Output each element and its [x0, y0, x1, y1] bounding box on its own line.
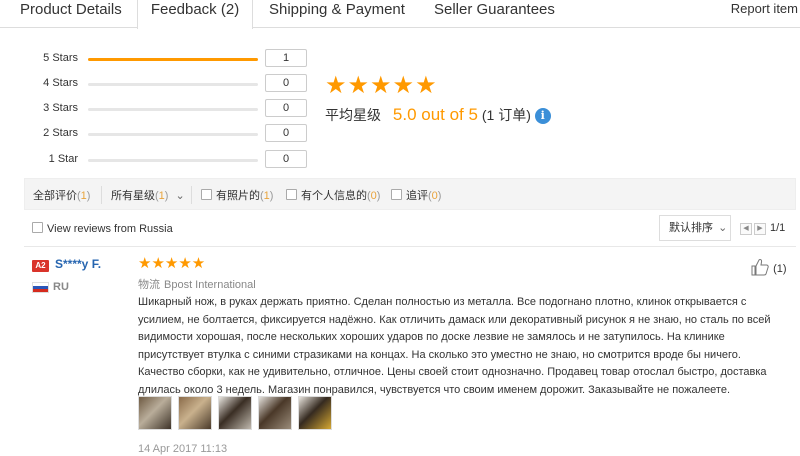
filter-photos-label: 有照片的	[216, 190, 260, 202]
average-rating-score: 5.0 out of 5	[392, 105, 478, 124]
tab-seller-guarantees[interactable]: Seller Guarantees	[434, 0, 555, 28]
buyer-level-badge: A2	[32, 260, 49, 272]
rating-count: 1	[265, 49, 307, 67]
filter-all-label: 全部评价	[33, 190, 77, 202]
personal-info-checkbox[interactable]	[286, 189, 297, 200]
rating-count: 0	[265, 74, 307, 92]
logistics-info: 物流 Bpost International	[138, 276, 256, 292]
reviewer-country: RU	[53, 281, 69, 293]
filter-followup-label: 追评	[406, 190, 428, 202]
view-country-label: View reviews from Russia	[47, 223, 173, 235]
filter-count-close: )	[86, 190, 91, 202]
divider	[24, 246, 796, 247]
filter-count-close: )	[376, 190, 381, 202]
sort-dropdown[interactable]: 默认排序 ⌄	[659, 215, 731, 241]
photos-checkbox[interactable]	[201, 189, 212, 200]
rating-label: 1 Star	[48, 153, 78, 165]
follow-up-checkbox[interactable]	[391, 189, 402, 200]
order-count: (1 订单)	[481, 107, 531, 123]
page-indicator: 1/1	[770, 222, 786, 234]
country-checkbox[interactable]	[32, 222, 43, 233]
rating-label: 3 Stars	[43, 102, 78, 114]
filter-divider	[191, 186, 192, 204]
logistics-value: Bpost International	[164, 279, 256, 291]
rating-bar-fill	[88, 58, 258, 61]
review-stars: ★★★★★	[138, 255, 206, 272]
filter-count-close: )	[269, 190, 274, 202]
filter-all-reviews[interactable]: 全部评价(1)	[33, 187, 90, 203]
view-country-reviews[interactable]: View reviews from Russia	[32, 222, 173, 235]
review-photo-2[interactable]	[178, 396, 212, 430]
review-photo-4[interactable]	[258, 396, 292, 430]
next-page-button[interactable]: ▶	[754, 223, 766, 235]
review-text: Шикарный нож, в руках держать приятно. С…	[138, 296, 771, 396]
chevron-down-icon: ⌄	[175, 190, 185, 202]
rating-count: 0	[265, 99, 307, 117]
filter-follow-up[interactable]: 追评(0)	[391, 187, 441, 203]
sort-label: 默认排序	[669, 222, 713, 234]
filter-with-photos[interactable]: 有照片的(1)	[201, 187, 273, 203]
filter-stars-label: 所有星级	[111, 190, 155, 202]
russia-flag-icon	[32, 282, 49, 293]
rating-count: 0	[265, 124, 307, 142]
average-rating-summary: 平均星级 5.0 out of 5 (1 订单) i	[325, 105, 551, 125]
tab-product-details[interactable]: Product Details	[20, 0, 122, 28]
filter-info-label: 有个人信息的	[301, 190, 367, 202]
filter-with-personal-info[interactable]: 有个人信息的(0)	[286, 187, 380, 203]
rating-label: 2 Stars	[43, 127, 78, 139]
rating-bar	[88, 58, 258, 61]
review-photo-1[interactable]	[138, 396, 172, 430]
tab-bar: Product Details Feedback (2) Shipping & …	[0, 0, 800, 29]
tab-feedback[interactable]: Feedback (2)	[137, 0, 253, 29]
filter-count-close: )	[164, 190, 169, 202]
review-filter-bar: 全部评价(1) 所有星级(1) ⌄ 有照片的(1) 有个人信息的(0) 追评(0…	[24, 178, 796, 210]
review-photo-5[interactable]	[298, 396, 332, 430]
rating-label: 5 Stars	[43, 52, 78, 64]
report-item-link[interactable]: Report item	[731, 1, 798, 16]
average-rating-stars: ★★★★★	[325, 72, 438, 99]
thumbs-up-icon	[751, 259, 769, 276]
rating-label: 4 Stars	[43, 77, 78, 89]
prev-page-button[interactable]: ◀	[740, 223, 752, 235]
filter-star-level-dropdown[interactable]: 所有星级(1) ⌄	[111, 187, 185, 203]
chevron-down-icon: ⌄	[718, 222, 728, 234]
filter-divider	[101, 186, 102, 204]
logistics-label: 物流	[138, 279, 160, 291]
tab-shipping-payment[interactable]: Shipping & Payment	[269, 0, 405, 28]
review-photo-3[interactable]	[218, 396, 252, 430]
filter-count-close: )	[437, 190, 442, 202]
rating-bar	[88, 83, 258, 86]
info-icon[interactable]: i	[534, 108, 551, 124]
average-rating-label: 平均星级	[325, 107, 381, 123]
rating-bar	[88, 159, 258, 162]
review-date: 14 Apr 2017 11:13	[138, 443, 228, 455]
helpful-button[interactable]: (1)	[750, 258, 787, 276]
helpful-count: (1)	[773, 263, 787, 275]
reviewer-name[interactable]: S****y F.	[55, 257, 101, 271]
rating-count: 0	[265, 150, 307, 168]
rating-bar	[88, 133, 258, 136]
rating-bar	[88, 108, 258, 111]
